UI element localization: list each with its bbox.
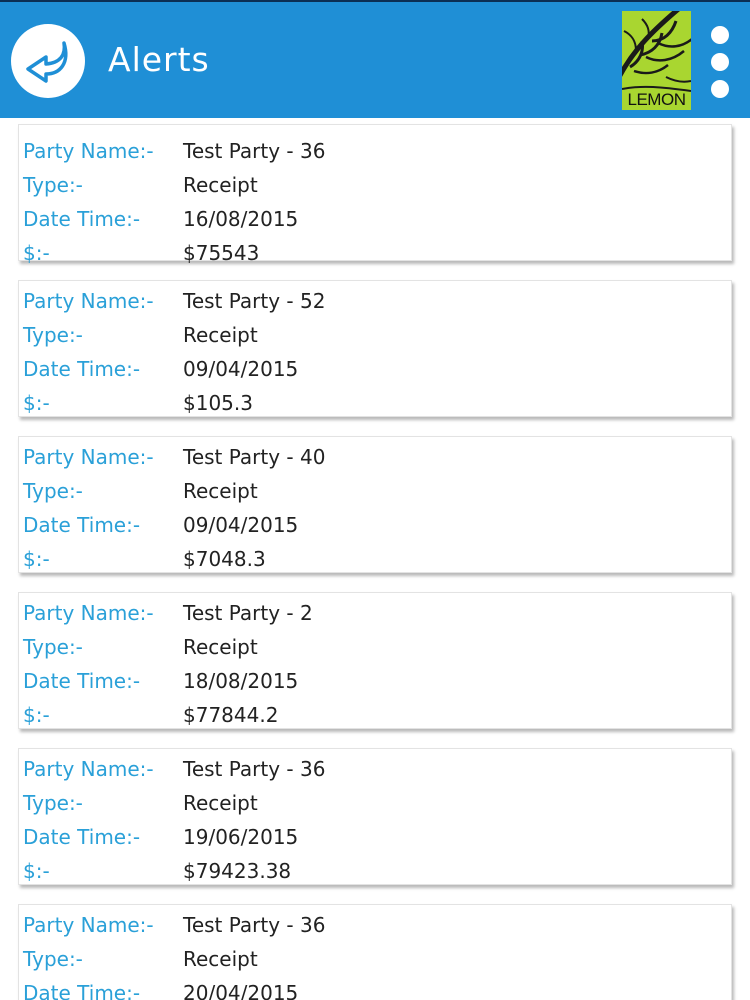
back-button[interactable] [11,24,85,98]
date-time-value: 16/08/2015 [183,207,299,231]
amount-value: $75543 [183,241,260,265]
alert-card[interactable]: Party Name:- Test Party - 36 Type:- Receip… [18,904,732,1000]
alerts-list[interactable]: Party Name:- Test Party - 36 Type:- Receip… [0,118,750,1000]
amount-value: $77844.2 [183,703,279,727]
menu-dot [711,53,729,71]
party-name-value: Test Party - 52 [183,289,326,313]
party-name-value: Test Party - 2 [183,601,313,625]
party-name-label: Party Name:- [23,913,154,937]
type-label: Type:- [23,173,83,197]
date-time-label: Date Time:- [23,357,141,381]
type-value: Receipt [183,635,258,659]
type-value: Receipt [183,173,258,197]
alert-card[interactable]: Party Name:- Test Party - 52 Type:- Receip… [18,280,732,417]
lemon-logo: LEMON [622,11,691,110]
alert-card[interactable]: Party Name:- Test Party - 2 Type:- Receipt… [18,592,732,729]
app-header: Alerts LEMON [0,0,750,118]
alert-card[interactable]: Party Name:- Test Party - 36 Type:- Receip… [18,124,732,265]
party-name-label: Party Name:- [23,601,154,625]
type-label: Type:- [23,947,83,971]
date-time-value: 09/04/2015 [183,357,299,381]
party-name-label: Party Name:- [23,139,154,163]
type-label: Type:- [23,323,83,347]
date-time-label: Date Time:- [23,981,141,1000]
amount-label: $:- [23,703,50,727]
amount-value: $105.3 [183,391,253,415]
more-vertical-icon [711,26,729,44]
back-arrow-icon [26,41,68,83]
type-value: Receipt [183,479,258,503]
date-time-label: Date Time:- [23,207,141,231]
type-value: Receipt [183,791,258,815]
date-time-value: 19/06/2015 [183,825,299,849]
type-label: Type:- [23,479,83,503]
amount-label: $:- [23,859,50,883]
date-time-label: Date Time:- [23,825,141,849]
overflow-menu-button[interactable] [706,24,734,100]
type-label: Type:- [23,791,83,815]
date-time-value: 18/08/2015 [183,669,299,693]
page-title: Alerts [108,40,210,79]
party-name-value: Test Party - 36 [183,757,326,781]
party-name-value: Test Party - 36 [183,139,326,163]
amount-value: $7048.3 [183,547,266,571]
amount-value: $79423.38 [183,859,292,883]
leaf-logo-icon [622,11,691,93]
amount-label: $:- [23,241,50,265]
amount-label: $:- [23,547,50,571]
logo-text: LEMON [627,90,686,109]
date-time-label: Date Time:- [23,669,141,693]
party-name-value: Test Party - 36 [183,913,326,937]
party-name-label: Party Name:- [23,289,154,313]
menu-dot [711,80,729,98]
amount-label: $:- [23,391,50,415]
party-name-label: Party Name:- [23,445,154,469]
type-value: Receipt [183,947,258,971]
alert-card[interactable]: Party Name:- Test Party - 40 Type:- Receip… [18,436,732,573]
date-time-value: 20/04/2015 [183,981,299,1000]
type-value: Receipt [183,323,258,347]
alert-card[interactable]: Party Name:- Test Party - 36 Type:- Receip… [18,748,732,885]
party-name-value: Test Party - 40 [183,445,326,469]
party-name-label: Party Name:- [23,757,154,781]
date-time-label: Date Time:- [23,513,141,537]
type-label: Type:- [23,635,83,659]
date-time-value: 09/04/2015 [183,513,299,537]
